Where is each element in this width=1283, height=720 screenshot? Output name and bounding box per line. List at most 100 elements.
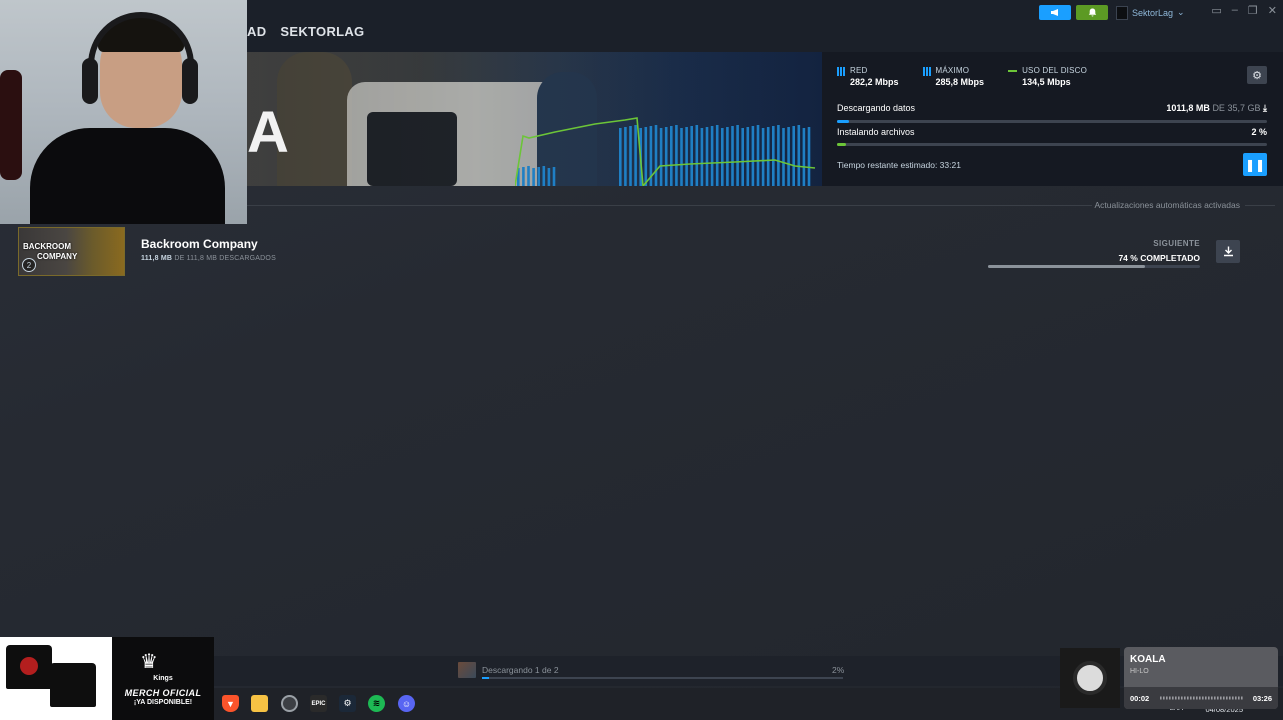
notifications-button[interactable] — [1076, 5, 1108, 20]
stat-disk: USO DEL DISCO 134,5 Mbps — [1008, 66, 1087, 87]
album-art — [1060, 648, 1120, 708]
bandwidth-bar — [772, 126, 775, 186]
bandwidth-bar — [751, 126, 755, 186]
bandwidth-bar — [547, 168, 551, 186]
game-thumbnail[interactable]: BACKROOM COMPANY 2 — [18, 227, 125, 276]
bandwidth-bar — [644, 127, 648, 186]
bandwidth-bar — [695, 125, 699, 186]
bandwidth-bar — [761, 128, 765, 186]
announcements-button[interactable] — [1039, 5, 1071, 20]
nav-item-profile[interactable]: SEKTORLAG — [280, 24, 364, 39]
waveform-bar — [1235, 696, 1237, 700]
bandwidth-bar — [634, 125, 637, 186]
game-progress-bar — [988, 265, 1200, 268]
game-hero-image: A — [247, 52, 822, 186]
bandwidth-bar — [690, 126, 693, 186]
monitor-icon[interactable]: ▭ — [1211, 4, 1221, 17]
bandwidth-bar — [680, 128, 683, 186]
download-of: DE — [1212, 103, 1225, 113]
waveform-bar — [1199, 696, 1201, 700]
bandwidth-bar — [797, 125, 801, 186]
bandwidth-bar — [670, 126, 673, 186]
download-banner: A RED 282,2 Mbps MÁXIMO 285,8 Mbps USO D… — [247, 52, 1283, 186]
download-progress-bar — [837, 120, 1267, 123]
bars-icon — [837, 67, 845, 76]
megaphone-icon — [1051, 9, 1058, 16]
install-progress-fill — [837, 143, 846, 146]
divider — [247, 205, 1092, 206]
webcam-overlay — [0, 0, 247, 224]
bandwidth-bar — [532, 168, 535, 186]
tshirt — [6, 645, 52, 689]
chrome-icon[interactable] — [281, 695, 298, 712]
file-explorer-icon[interactable] — [251, 695, 268, 712]
bandwidth-bar — [685, 127, 688, 186]
bandwidth-bar — [552, 167, 556, 186]
bandwidth-bar — [619, 128, 622, 186]
bandwidth-bar — [675, 125, 678, 186]
bandwidth-bar — [741, 128, 744, 186]
waveform-bar — [1211, 696, 1213, 700]
streamer-body — [30, 128, 225, 224]
completion-percent: 74 % COMPLETADO — [1118, 253, 1200, 263]
start-download-button[interactable] — [1216, 240, 1240, 263]
install-value: 2 % — [1251, 127, 1267, 137]
game-title[interactable]: Backroom Company — [141, 237, 258, 251]
bandwidth-bar — [537, 167, 540, 186]
waveform-bar — [1220, 696, 1222, 700]
waveform-bar — [1238, 696, 1240, 700]
waveform-bar — [1184, 696, 1186, 700]
waveform-bar — [1175, 696, 1177, 700]
stat-peak: MÁXIMO 285,8 Mbps — [922, 66, 984, 87]
avatar — [1116, 5, 1128, 20]
status-percent: 2% — [832, 665, 845, 675]
close-icon[interactable]: ✕ — [1268, 4, 1277, 17]
queued-game-row[interactable]: BACKROOM COMPANY 2 Backroom Company 111,… — [18, 227, 1268, 277]
waveform-bar — [1223, 696, 1225, 700]
restore-icon[interactable]: ❐ — [1248, 4, 1258, 17]
song-title: KOALA — [1130, 654, 1166, 665]
waveform-bar — [1163, 696, 1165, 700]
guitar — [0, 70, 22, 180]
discord-icon[interactable]: ☺ — [398, 695, 415, 712]
bandwidth-bar — [777, 125, 780, 186]
download-value: 1011,8 MB — [1166, 103, 1210, 113]
bandwidth-bar — [710, 126, 714, 186]
waveform-bar — [1190, 696, 1192, 700]
install-label: Instalando archivos — [837, 127, 915, 137]
download-total: 35,7 GB — [1227, 103, 1261, 113]
nav-item-community[interactable]: AD — [247, 24, 266, 39]
brave-icon[interactable]: ▼ — [222, 695, 239, 712]
pause-button[interactable]: ❚❚ — [1243, 153, 1267, 176]
status-game-thumbnail — [458, 662, 476, 678]
waveform-bar — [1241, 696, 1243, 700]
bandwidth-bar — [731, 126, 734, 186]
bandwidth-bar — [705, 127, 709, 186]
song-artist: HI-LO — [1130, 668, 1149, 675]
bandwidth-bar — [756, 125, 760, 186]
user-menu[interactable]: SektorLag ⌄ — [1116, 4, 1185, 21]
steam-icon[interactable]: ⚙ — [339, 695, 356, 712]
merch-available: ¡YA DISPONIBLE! — [133, 699, 193, 706]
install-progress: Instalando archivos 2 % — [837, 127, 1267, 146]
username: SektorLag — [1132, 7, 1174, 18]
bell-icon — [1088, 8, 1096, 17]
bandwidth-bar — [787, 127, 790, 186]
merch-ad-overlay: ♛ Kings MERCH OFICIAL ¡YA DISPONIBLE! — [0, 637, 214, 720]
spotify-icon[interactable]: ≋ — [368, 695, 385, 712]
install-progress-bar — [837, 143, 1267, 146]
minimize-icon[interactable]: – — [1232, 4, 1238, 17]
nav-menu: AD SEKTORLAG — [247, 24, 378, 39]
bandwidth-bar — [700, 128, 704, 186]
settings-button[interactable]: ⚙ — [1247, 66, 1267, 84]
hero-title: A — [247, 100, 289, 165]
waveform-bar — [1187, 696, 1189, 700]
bandwidth-bar — [542, 166, 546, 186]
epic-games-icon[interactable]: EPIC — [310, 695, 327, 712]
bandwidth-bar — [807, 127, 811, 186]
game-download-size: 111,8 MB DE 111,8 MB DESCARGADOS — [141, 255, 276, 262]
waveform-bar — [1178, 696, 1180, 700]
download-progress: Descargando datos 1011,8 MB DE 35,7 GB ⤓ — [837, 103, 1267, 123]
bandwidth-bar — [522, 167, 525, 186]
download-progress-fill — [837, 120, 850, 123]
